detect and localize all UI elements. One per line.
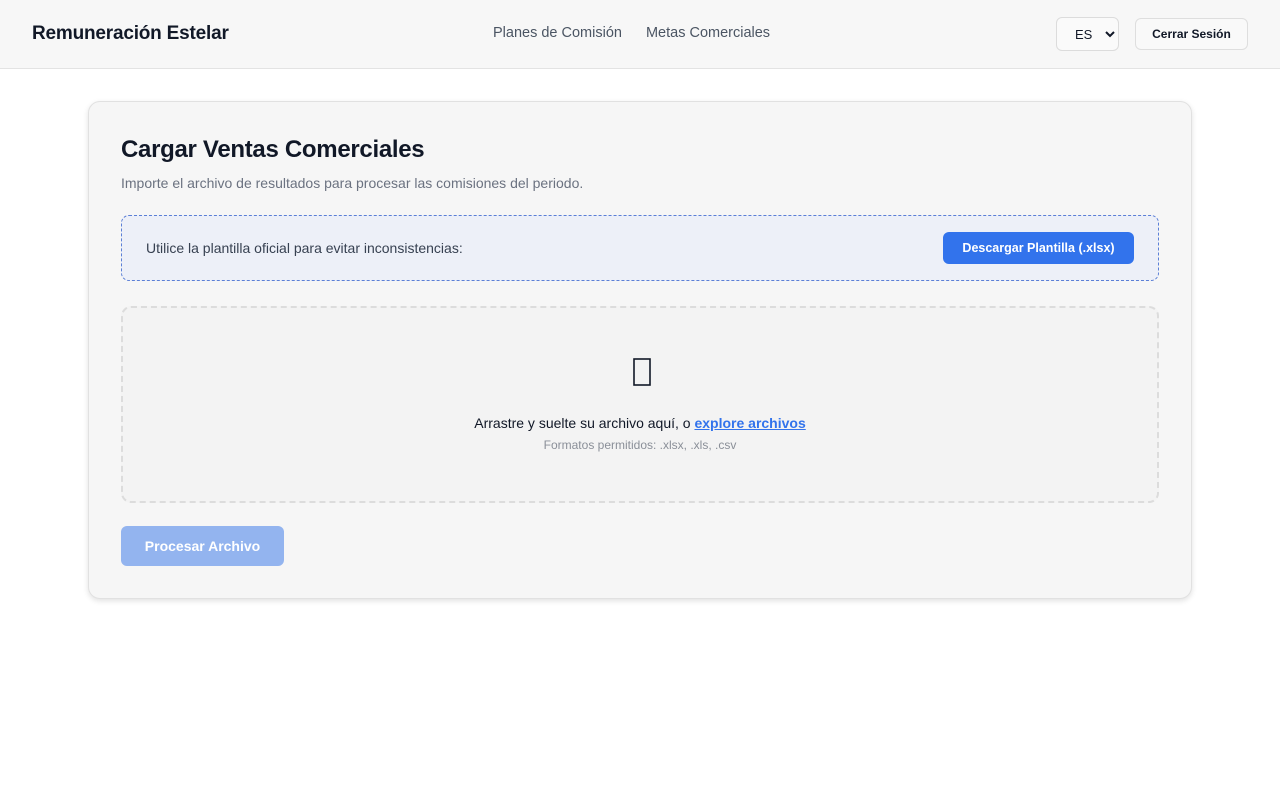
brand-logo-text[interactable]: Remuneración Estelar: [32, 23, 229, 45]
template-notice: Utilice la plantilla oficial para evitar…: [121, 215, 1159, 281]
allowed-formats-hint: Formatos permitidos: .xlsx, .xls, .csv: [543, 438, 737, 452]
template-notice-text: Utilice la plantilla oficial para evitar…: [146, 240, 463, 256]
dropzone-instructions: Arrastre y suelte su archivo aquí, o exp…: [123, 415, 1157, 431]
file-dropzone[interactable]: Arrastre y suelte su archivo aquí, o exp…: [121, 306, 1159, 503]
page-subtitle: Importe el archivo de resultados para pr…: [121, 175, 584, 191]
download-template-button[interactable]: Descargar Plantilla (.xlsx): [943, 232, 1134, 264]
dropzone-text: Arrastre y suelte su archivo aquí, o: [474, 415, 695, 431]
main-nav: Planes de Comisión Metas Comerciales: [493, 25, 770, 41]
process-file-button[interactable]: Procesar Archivo: [121, 526, 284, 566]
nav-link-planes-de-comision[interactable]: Planes de Comisión: [493, 25, 622, 41]
top-navbar: Remuneración Estelar Planes de Comisión …: [0, 0, 1280, 69]
page-title: Cargar Ventas Comerciales: [121, 136, 425, 163]
language-select[interactable]: ES: [1056, 17, 1119, 51]
logout-button[interactable]: Cerrar Sesión: [1135, 18, 1248, 50]
browse-files-link[interactable]: explore archivos: [694, 415, 805, 431]
nav-link-metas-comerciales[interactable]: Metas Comerciales: [646, 25, 770, 41]
upload-card: Cargar Ventas Comerciales Importe el arc…: [88, 101, 1192, 599]
file-placeholder-icon: [633, 358, 651, 386]
